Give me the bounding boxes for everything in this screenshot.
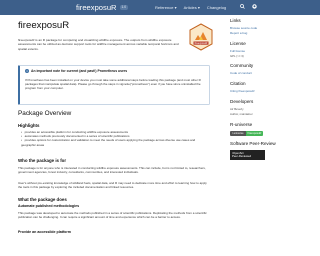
who-heading: Who the package is for [18, 158, 67, 163]
callout-body: If Prometheus has been installed on your… [25, 78, 201, 91]
brand-link[interactable]: fireexposuR [76, 3, 117, 12]
developers-heading: Developers [230, 99, 254, 104]
license-note: GPL (>= 3) [230, 54, 244, 58]
links-heading: Links [230, 18, 241, 23]
automate-paragraph: This package was developed to automate t… [18, 211, 207, 220]
developer-name: Air Beverly [230, 107, 244, 111]
citation-heading: Citation [230, 81, 246, 86]
nav-reference-label: Reference [154, 5, 174, 10]
runiverse-heading: R-universe [230, 122, 253, 127]
developer-role: Author, maintainer [230, 112, 253, 116]
callout-heading-text: An important note for current (and past!… [31, 69, 128, 73]
list-item: provides options for customization and v… [21, 138, 209, 146]
automate-heading: Automate published methodologies [18, 204, 80, 208]
github-icon[interactable] [252, 4, 257, 11]
license-heading: License [230, 41, 246, 46]
nav-changelog[interactable]: Changelog [207, 5, 226, 10]
badge-key: r-universe [230, 131, 246, 136]
highlights-heading: Highlights [18, 123, 40, 128]
package-hex-logo: fireexposuR [189, 23, 213, 56]
what-heading: What the package does [18, 197, 67, 202]
nav-articles[interactable]: Articles ▾ [184, 5, 200, 10]
runiverse-badge[interactable]: r-universe fireexposuR [230, 131, 264, 136]
info-icon: i [25, 69, 29, 73]
ropensci-badge[interactable]: rOpenSci Peer-Reviewed [230, 150, 265, 160]
community-heading: Community [230, 63, 254, 68]
navbar: fireexposuR 1.0 Reference ▾ Articles ▾ C… [0, 0, 320, 15]
prometheus-callout: i An important note for current (and pas… [18, 65, 210, 105]
highlights-list: provides an accessible platform for cond… [21, 130, 209, 147]
ropensci-badge-text: rOpenSci Peer-Reviewed [232, 150, 252, 158]
code-of-conduct-link[interactable]: Code of conduct [230, 71, 252, 75]
peer-review-heading: Software Peer-Review [230, 141, 276, 146]
browse-source-link[interactable]: Browse source code [230, 26, 257, 30]
nav-menu: Reference ▾ Articles ▾ Changelog [155, 4, 257, 11]
nav-articles-label: Articles [183, 5, 197, 10]
who-paragraph-1: This package is for anyone who is intere… [18, 166, 206, 175]
badge-value: fireexposuR [245, 131, 264, 136]
full-license-link[interactable]: Full license [230, 49, 245, 53]
accessible-heading: Provide an accessible platform [18, 230, 71, 234]
nav-reference[interactable]: Reference ▾ [155, 5, 177, 10]
page-title: fireexposuR [18, 20, 70, 31]
citing-link[interactable]: Citing fireexposuR [230, 89, 255, 93]
intro-paragraph: fireexposuR is an R package for computin… [18, 38, 179, 51]
chevron-down-icon: ▾ [197, 5, 200, 10]
version-badge: 1.0 [119, 5, 128, 10]
callout-heading: i An important note for current (and pas… [25, 69, 127, 73]
report-bug-link[interactable]: Report a bug [230, 31, 247, 35]
chevron-down-icon: ▾ [174, 5, 177, 10]
search-icon[interactable] [240, 4, 245, 11]
who-paragraph-2: User's without pre-existing knowledge of… [18, 181, 207, 190]
hex-logo-text: fireexposuR [195, 42, 208, 45]
overview-heading: Package Overview [18, 110, 72, 117]
